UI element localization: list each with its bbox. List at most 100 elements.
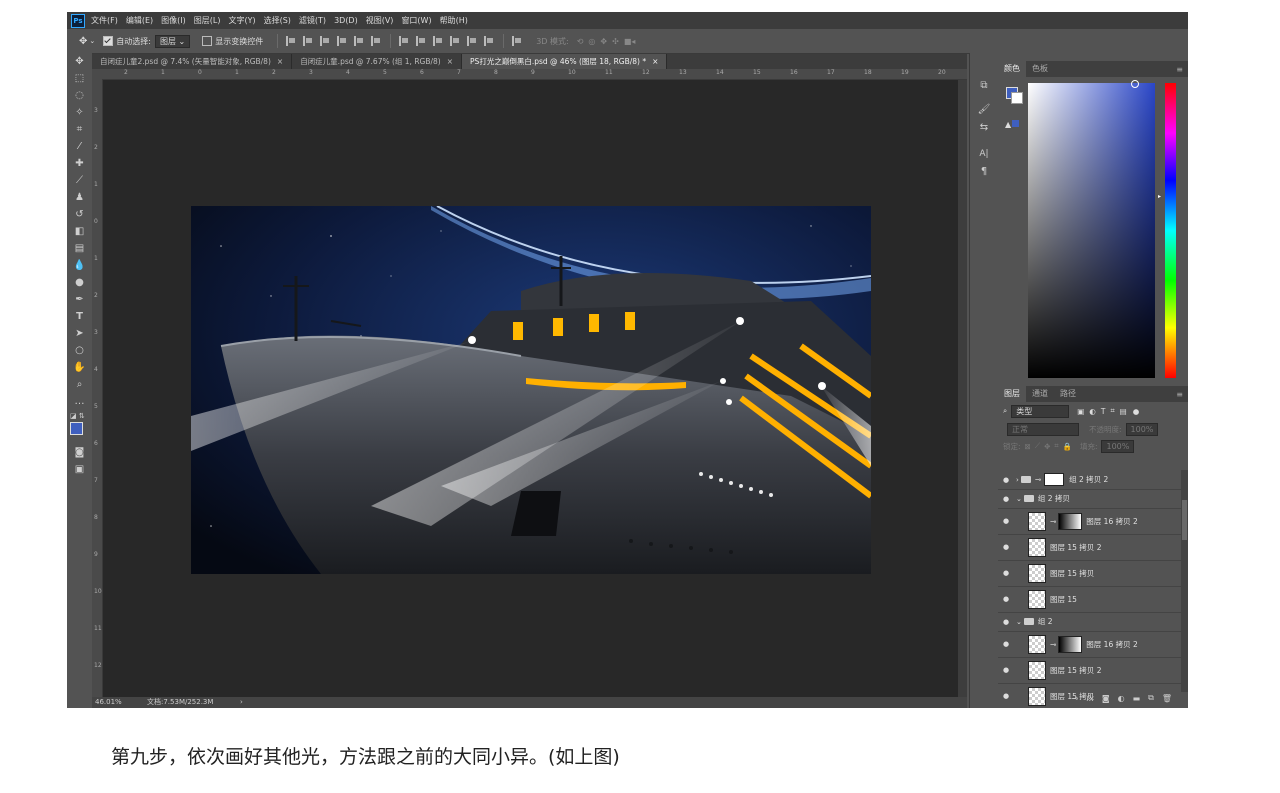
shape-tool-icon[interactable]: ○ (67, 342, 92, 359)
visibility-eye-icon[interactable]: ● (998, 543, 1014, 551)
layers-scrollbar[interactable] (1181, 470, 1188, 692)
eraser-tool-icon[interactable]: ◧ (67, 223, 92, 240)
align-top-icon[interactable] (286, 36, 297, 46)
marquee-tool-icon[interactable]: ⬚ (67, 70, 92, 87)
brush-tool-icon[interactable]: ⟋ (67, 172, 92, 189)
panel-menu-icon[interactable]: ≡ (1176, 65, 1183, 74)
mask-icon[interactable]: ◙ (1102, 694, 1110, 703)
crop-tool-icon[interactable]: ⌗ (67, 121, 92, 138)
align-vcenter-icon[interactable] (303, 36, 314, 46)
menu-window[interactable]: 窗口(W) (401, 15, 431, 26)
3d-roll-icon[interactable]: ◎ (588, 37, 595, 46)
close-icon[interactable]: × (277, 57, 283, 66)
zoom-tool-icon[interactable]: ⌕ (67, 376, 92, 393)
align-right-icon[interactable] (371, 36, 382, 46)
tab-paths[interactable]: 路径 (1054, 386, 1082, 402)
tab-document-3[interactable]: PS打光之巅倒黑白.psd @ 46% (图层 18, RGB/8) * × (462, 54, 668, 69)
filter-toggle-icon[interactable]: ● (1133, 407, 1140, 416)
screen-mode-icon[interactable]: ▣ (67, 461, 92, 478)
lock-move-icon[interactable]: ✥ (1044, 442, 1050, 451)
blend-mode-dropdown[interactable]: 正常 (1007, 422, 1079, 436)
3d-rotate-icon[interactable]: ⟲ (577, 37, 584, 46)
menu-layer[interactable]: 图层(L) (194, 15, 221, 26)
layer-row[interactable]: ● ⌄ 组 2 (998, 612, 1181, 632)
lasso-tool-icon[interactable]: ◌ (67, 87, 92, 104)
tab-document-2[interactable]: 自闭症儿童.psd @ 7.67% (组 1, RGB/8) × (292, 54, 463, 69)
layer-row[interactable]: ● 图层 15 拷贝 2 (998, 534, 1181, 561)
healing-brush-tool-icon[interactable]: ✚ (67, 155, 92, 172)
visibility-eye-icon[interactable]: ● (998, 495, 1014, 503)
hand-tool-icon[interactable]: ✋ (67, 359, 92, 376)
tab-channels[interactable]: 通道 (1026, 386, 1054, 402)
filter-pixel-icon[interactable]: ▣ (1077, 407, 1084, 416)
chevron-down-icon[interactable]: ⌄ (89, 37, 95, 45)
layer-row[interactable]: ● ⌄ 组 2 拷贝 (998, 489, 1181, 509)
properties-panel-icon[interactable]: ⇆ (970, 119, 998, 137)
folder-icon[interactable]: ▬ (1133, 694, 1141, 703)
lock-paint-icon[interactable]: ⟋ (1035, 441, 1040, 451)
paragraph-panel-icon[interactable]: ¶ (970, 163, 998, 181)
brush-panel-icon[interactable]: 🖌 (970, 101, 998, 119)
tab-document-1[interactable]: 自闭症儿童2.psd @ 7.4% (矢量智能对象, RGB/8) × (92, 54, 293, 69)
visibility-eye-icon[interactable]: ● (998, 517, 1014, 525)
layer-mask-thumbnail[interactable] (1058, 635, 1083, 653)
auto-align-icon[interactable] (512, 36, 523, 46)
filter-shape-icon[interactable]: ⌗ (1110, 406, 1114, 416)
eyedropper-tool-icon[interactable]: ⁄ (67, 138, 92, 155)
distribute-vcenter-icon[interactable] (416, 36, 427, 46)
chevron-down-icon[interactable]: ⌄ (1016, 618, 1022, 626)
layer-filter-dropdown[interactable]: 类型 (1011, 404, 1070, 418)
3d-scale-icon[interactable]: ■◂ (624, 37, 636, 46)
document-canvas[interactable] (191, 206, 871, 574)
color-field[interactable] (1028, 80, 1155, 378)
zoom-level[interactable]: 46.01% (95, 697, 122, 708)
layer-row[interactable]: ● 图层 15 拷贝 (998, 560, 1181, 587)
lock-pixels-icon[interactable]: ⊠ (1025, 442, 1031, 451)
tab-layers[interactable]: 图层 (998, 386, 1026, 402)
tab-color[interactable]: 颜色 (998, 61, 1026, 77)
menu-view[interactable]: 视图(V) (366, 15, 394, 26)
distribute-hcenter-icon[interactable] (467, 36, 478, 46)
align-bottom-icon[interactable] (320, 36, 331, 46)
distribute-top-icon[interactable] (399, 36, 410, 46)
distribute-left-icon[interactable] (450, 36, 461, 46)
layer-thumbnail[interactable] (1028, 589, 1046, 609)
align-hcenter-icon[interactable] (354, 36, 365, 46)
opacity-input[interactable]: 100% (1125, 422, 1159, 436)
tab-swatches[interactable]: 色板 (1026, 61, 1054, 77)
dodge-tool-icon[interactable]: ● (67, 274, 92, 291)
path-select-tool-icon[interactable]: ➤ (67, 325, 92, 342)
background-color-swatch[interactable] (1011, 92, 1023, 104)
3d-slide-icon[interactable]: ✣ (612, 37, 619, 46)
menu-edit[interactable]: 编辑(E) (126, 15, 153, 26)
layer-thumbnail[interactable] (1028, 660, 1046, 680)
hue-slider[interactable] (1165, 83, 1176, 378)
close-icon[interactable]: × (652, 57, 658, 66)
visibility-eye-icon[interactable]: ● (998, 640, 1014, 648)
fx-icon[interactable]: fx (1086, 694, 1094, 703)
auto-select-dropdown[interactable]: 图层 ⌄ (154, 34, 191, 48)
move-tool-icon[interactable]: ✥ (67, 53, 92, 70)
foreground-color-swatch[interactable] (70, 422, 83, 435)
pen-tool-icon[interactable]: ✒ (67, 291, 92, 308)
color-picker-cursor[interactable] (1131, 80, 1139, 88)
auto-select-checkbox[interactable] (103, 36, 114, 46)
quick-mask-icon[interactable]: ◙ (67, 444, 92, 461)
visibility-eye-icon[interactable]: ● (998, 666, 1014, 674)
more-tools-icon[interactable]: … (67, 393, 92, 410)
magic-wand-tool-icon[interactable]: ✧ (67, 104, 92, 121)
layer-mask-thumbnail[interactable] (1058, 512, 1083, 530)
layer-row[interactable]: ● › ⊸ 组 2 拷贝 2 (998, 470, 1181, 490)
history-brush-tool-icon[interactable]: ↺ (67, 206, 92, 223)
blur-tool-icon[interactable]: 💧 (67, 257, 92, 274)
menu-image[interactable]: 图像(I) (161, 15, 186, 26)
panel-menu-icon[interactable]: ≡ (1176, 390, 1183, 399)
visibility-eye-icon[interactable]: ● (998, 618, 1014, 626)
filter-adjust-icon[interactable]: ◐ (1089, 407, 1096, 416)
history-panel-icon[interactable]: ⧉ (970, 77, 998, 95)
color-swatches[interactable] (67, 422, 92, 444)
menu-filter[interactable]: 滤镜(T) (299, 15, 326, 26)
distribute-right-icon[interactable] (484, 36, 495, 46)
close-icon[interactable]: × (447, 57, 453, 66)
visibility-eye-icon[interactable]: ● (998, 595, 1014, 603)
